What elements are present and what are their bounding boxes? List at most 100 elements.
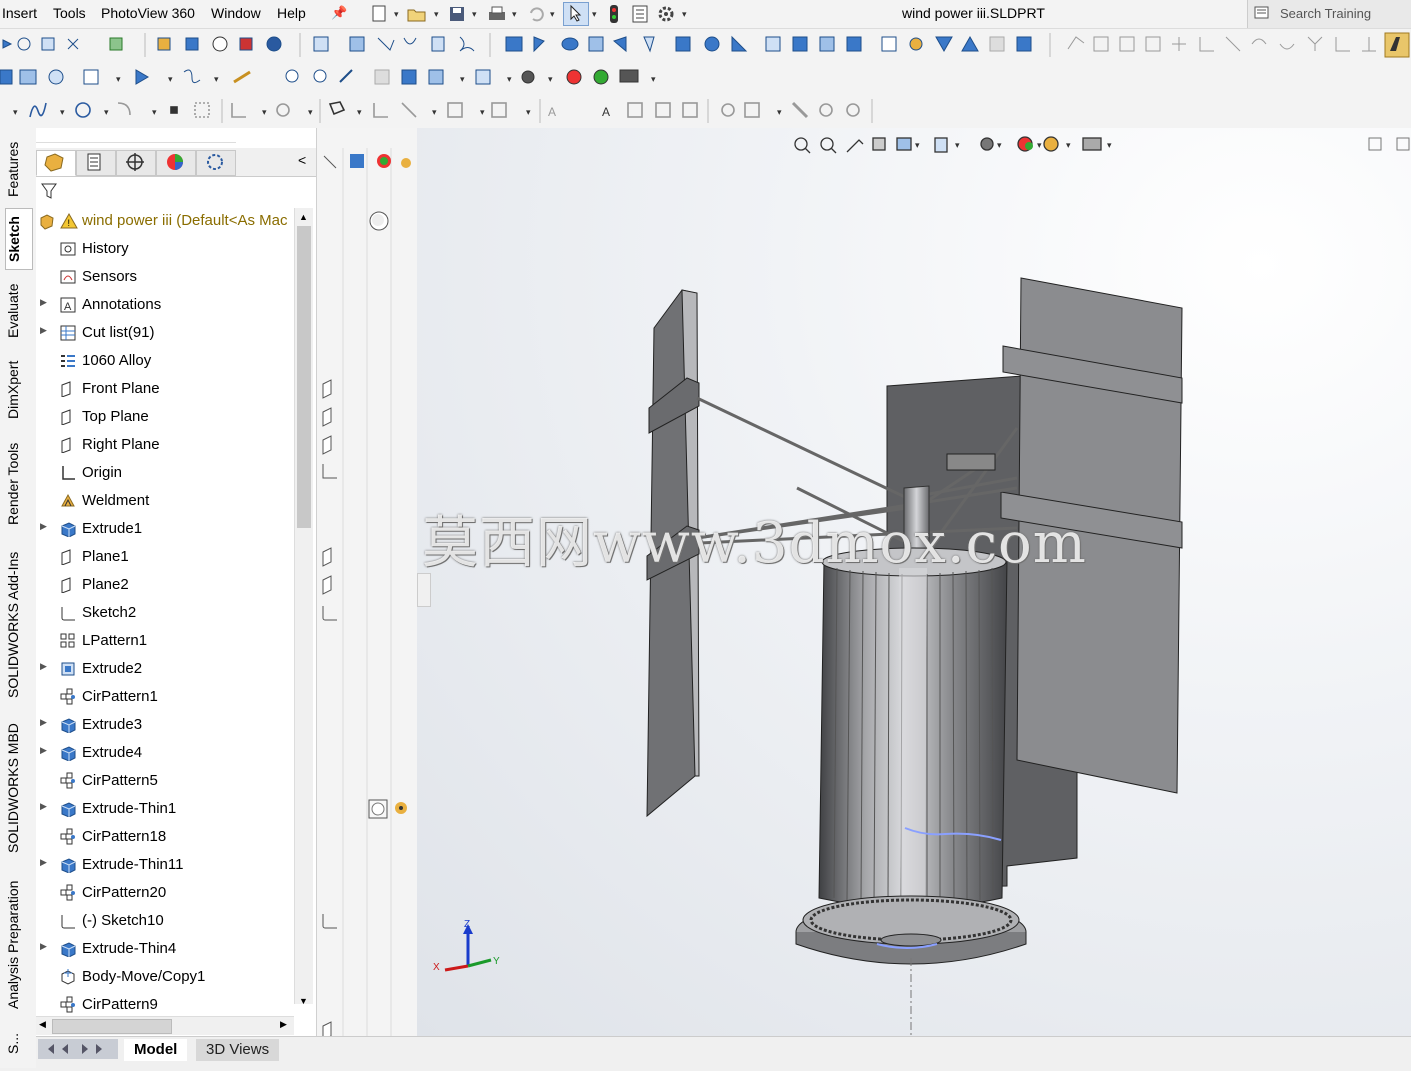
tree-item[interactable]: ▶ Extrude3 <box>36 711 296 739</box>
tab-sketch[interactable]: Sketch <box>5 208 33 270</box>
sketch-toolbar-icons[interactable]: A A ▾ ▾ ▾ ▾ ▾ ▾ ▾ ▾ ▾ ▾ ▾ <box>0 95 880 128</box>
pin-icon[interactable]: 📌 <box>331 5 347 21</box>
tab-solidworks-mbd[interactable]: SOLIDWORKS MBD <box>5 716 31 860</box>
tree-item-label: LPattern1 <box>82 632 148 649</box>
tree-item[interactable]: Top Plane <box>36 403 296 431</box>
filter-icon[interactable] <box>40 182 58 200</box>
tab-dimxpert-manager[interactable] <box>156 150 196 176</box>
menu-tools[interactable]: Tools <box>53 5 86 21</box>
tree-scrollbar[interactable]: ▲ ▼ <box>294 208 313 1006</box>
rebuild-icon[interactable] <box>606 4 622 24</box>
extrude-icon <box>61 718 76 733</box>
scroll-thumb[interactable] <box>297 226 311 528</box>
tree-item[interactable]: Sketch2 <box>36 599 296 627</box>
tree-item[interactable]: CirPattern9 <box>36 991 296 1019</box>
scroll-right-icon[interactable]: ▶ <box>280 1019 287 1030</box>
select-button[interactable] <box>563 2 589 26</box>
options-gear-icon[interactable] <box>656 4 676 24</box>
tree-item[interactable]: History <box>36 235 296 263</box>
tree-item[interactable]: Sensors <box>36 263 296 291</box>
scroll-left-icon[interactable]: ◀ <box>39 1019 46 1030</box>
tree-item[interactable]: Front Plane <box>36 375 296 403</box>
open-folder-icon[interactable] <box>406 5 428 23</box>
tree-item[interactable]: ▶ A Annotations <box>36 291 296 319</box>
file-properties-icon[interactable] <box>631 5 651 23</box>
print-icon[interactable] <box>486 5 508 23</box>
tree-item[interactable]: Body-Move/Copy1 <box>36 963 296 991</box>
tree-item[interactable]: CirPattern18 <box>36 823 296 851</box>
hscroll-thumb[interactable] <box>52 1019 172 1034</box>
chevron-down-icon[interactable]: ▾ <box>512 9 517 20</box>
undo-icon[interactable] <box>526 5 546 23</box>
expand-arrow-icon[interactable]: ▶ <box>40 717 47 728</box>
panel-collapse-handle[interactable] <box>417 573 431 607</box>
tab-solidworks-addins[interactable]: SOLIDWORKS Add-Ins <box>5 544 31 706</box>
toolbar-row-2-icons[interactable]: ▾ ▾ ▾ ▾ ▾ ▾ ▾ <box>0 62 1411 95</box>
tab-display-manager[interactable] <box>196 150 236 176</box>
menu-photoview[interactable]: PhotoView 360 <box>101 5 195 21</box>
tree-item[interactable]: ▶ Extrude1 <box>36 515 296 543</box>
expand-arrow-icon[interactable]: ▶ <box>40 801 47 812</box>
tree-item[interactable]: CirPattern20 <box>36 879 296 907</box>
search-training-box[interactable]: Search Training <box>1247 0 1411 28</box>
tree-item[interactable]: ▶ Extrude-Thin1 <box>36 795 296 823</box>
tree-item[interactable]: (-) Sketch10 <box>36 907 296 935</box>
tab-dimxpert[interactable]: DimXpert <box>5 354 31 426</box>
scroll-down-icon[interactable]: ▼ <box>299 996 308 1006</box>
horizontal-scrollbar[interactable]: ◀ ▶ <box>36 1016 294 1035</box>
expand-arrow-icon[interactable]: ▶ <box>40 857 47 868</box>
tree-item[interactable]: Right Plane <box>36 431 296 459</box>
tree-item[interactable]: ▶ Extrude-Thin11 <box>36 851 296 879</box>
menu-help[interactable]: Help <box>277 5 306 21</box>
expand-arrow-icon[interactable]: ▶ <box>40 297 47 308</box>
tree-item[interactable]: ▶ Cut list(91) <box>36 319 296 347</box>
menu-window[interactable]: Window <box>211 5 261 21</box>
tree-item[interactable]: ▶ Extrude4 <box>36 739 296 767</box>
tree-item[interactable]: Plane1 <box>36 543 296 571</box>
chevron-down-icon[interactable]: ▾ <box>394 9 399 20</box>
chevron-down-icon[interactable]: ▾ <box>682 9 687 20</box>
tab-render-tools[interactable]: Render Tools <box>5 434 31 534</box>
tab-navigation-arrows[interactable] <box>38 1039 118 1059</box>
tree-item[interactable]: Origin <box>36 459 296 487</box>
expand-arrow-icon[interactable]: ▶ <box>40 521 47 532</box>
tab-analysis-preparation[interactable]: Analysis Preparation <box>5 870 31 1020</box>
tab-s[interactable]: S... <box>5 1028 31 1058</box>
tree-item[interactable]: ▶ Extrude2 <box>36 655 296 683</box>
chevron-down-icon[interactable]: ▾ <box>434 9 439 20</box>
tab-feature-tree[interactable] <box>36 150 76 176</box>
tree-item[interactable]: Plane2 <box>36 571 296 599</box>
tab-model[interactable]: Model <box>124 1039 188 1061</box>
tree-root[interactable]: ! wind power iii (Default<As Mac <box>36 207 296 235</box>
tab-features[interactable]: Features <box>5 138 31 200</box>
tab-evaluate[interactable]: Evaluate <box>5 276 31 346</box>
tree-item-label: Origin <box>82 464 123 481</box>
tab-property-manager[interactable] <box>76 150 116 176</box>
tree-item[interactable]: CirPattern1 <box>36 683 296 711</box>
panel-splitter[interactable] <box>36 128 236 143</box>
tree-item[interactable]: LPattern1 <box>36 627 296 655</box>
tree-item[interactable]: 1060 Alloy <box>36 347 296 375</box>
tab-3d-views[interactable]: 3D Views <box>196 1039 280 1061</box>
wind-turbine-model[interactable]: Z X Y <box>417 128 1411 1036</box>
scroll-up-icon[interactable]: ▲ <box>299 212 308 222</box>
chevron-down-icon[interactable]: ▾ <box>472 9 477 20</box>
tree-item[interactable]: ▶ Extrude-Thin4 <box>36 935 296 963</box>
tree-item-label: Annotations <box>82 296 162 313</box>
menu-insert[interactable]: Insert <box>2 5 37 21</box>
tree-item[interactable]: Weldment <box>36 487 296 515</box>
new-document-icon[interactable] <box>370 5 390 23</box>
save-icon[interactable] <box>448 5 468 23</box>
expand-arrow-icon[interactable]: ▶ <box>40 941 47 952</box>
tree-item[interactable]: CirPattern5 <box>36 767 296 795</box>
chevron-down-icon[interactable]: ▾ <box>592 9 597 20</box>
expand-arrow-icon[interactable]: ▶ <box>40 661 47 672</box>
toolbar-icons[interactable] <box>0 29 1411 62</box>
expand-arrow-icon[interactable]: ▶ <box>40 745 47 756</box>
collapse-arrow-icon[interactable]: < <box>298 152 306 168</box>
tab-configuration-manager[interactable] <box>116 150 156 176</box>
svg-text:▾: ▾ <box>152 107 157 117</box>
expand-arrow-icon[interactable]: ▶ <box>40 325 47 336</box>
chevron-down-icon[interactable]: ▾ <box>550 9 555 20</box>
graphics-viewport[interactable]: ▾ ▾ ▾ ▾ ▾ ▾ Z X Y 莫西网www.3dmox.com <box>417 128 1411 1036</box>
